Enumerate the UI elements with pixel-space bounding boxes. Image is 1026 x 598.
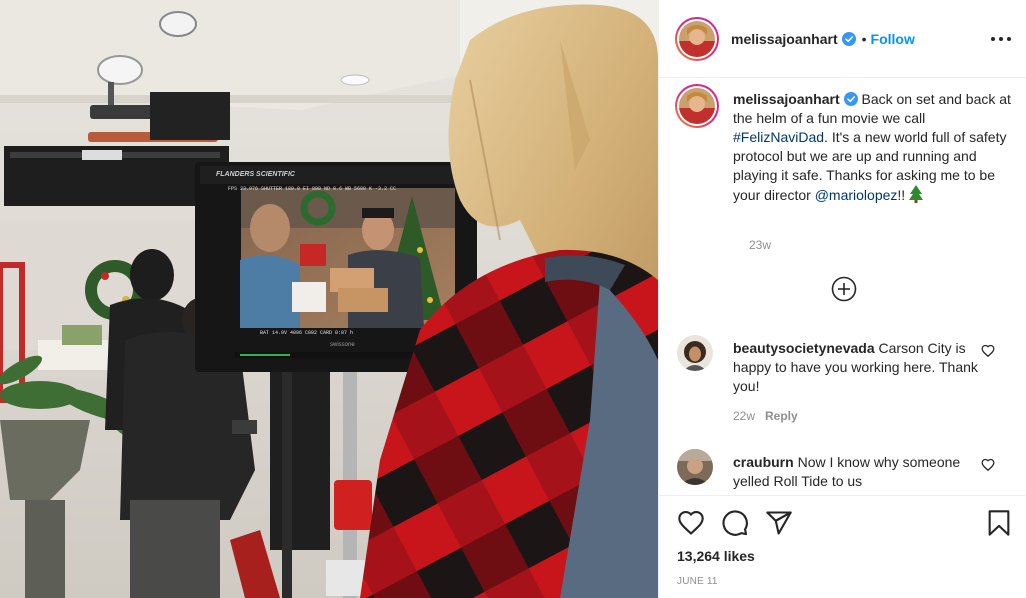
post-details-panel: melissajoanhart • Follow melissajoanhart…	[658, 0, 1026, 598]
likes-count[interactable]: 13,264 likes	[677, 548, 755, 564]
caption-username[interactable]: melissajoanhart	[733, 91, 840, 107]
caption-text: melissajoanhart Back on set and back at …	[733, 90, 1011, 205]
caption-timestamp[interactable]: 23w	[749, 238, 771, 252]
heart-icon[interactable]	[677, 509, 705, 537]
more-options-icon[interactable]	[991, 30, 1011, 48]
svg-text:FPS 23.976 SHUTTER 180.0: FPS 23.976 SHUTTER 180.0 EI 800 ND 0.6 W…	[228, 186, 396, 192]
commenter-username[interactable]: beautysocietynevada	[733, 340, 875, 356]
caption-body-3: !!	[897, 187, 906, 203]
bookmark-icon[interactable]	[985, 509, 1013, 537]
comment-icon[interactable]	[721, 509, 749, 537]
paper-plane-icon[interactable]	[765, 509, 793, 537]
follow-button[interactable]: Follow	[871, 31, 915, 47]
verified-badge-icon	[843, 92, 858, 106]
mention-link[interactable]: @mariolopez	[815, 187, 898, 203]
film-set-scene: FLANDERS SCIENTIFIC FPS 23.976 SHUTTER 1…	[0, 0, 658, 598]
author-avatar[interactable]	[675, 16, 719, 61]
commenter-username[interactable]: crauburn	[733, 454, 794, 470]
plus-circle-icon[interactable]	[831, 276, 857, 302]
commenter-avatar[interactable]	[677, 335, 713, 371]
comment-text: beautysocietynevada Carson City is happy…	[733, 339, 983, 396]
post-date[interactable]: JUNE 11	[677, 576, 718, 587]
post-header: melissajoanhart • Follow	[659, 0, 1026, 78]
hashtag-link[interactable]: #FelizNaviDad	[733, 129, 824, 145]
separator-dot: •	[861, 30, 867, 47]
svg-text:swissone: swissone	[330, 342, 355, 348]
heart-icon[interactable]	[981, 344, 995, 358]
post-photo[interactable]: FLANDERS SCIENTIFIC FPS 23.976 SHUTTER 1…	[0, 0, 658, 598]
comment-meta: 22w Reply	[733, 409, 798, 423]
reply-button[interactable]: Reply	[765, 409, 798, 423]
verified-badge-icon	[841, 31, 856, 46]
christmas-tree-icon	[909, 185, 924, 203]
caption-author-avatar[interactable]	[675, 84, 719, 128]
comment-text: crauburn Now I know why someone yelled R…	[733, 453, 983, 491]
post-actions: 13,264 likes JUNE 11	[659, 495, 1026, 598]
author-username[interactable]: melissajoanhart	[731, 31, 838, 47]
commenter-avatar[interactable]	[677, 449, 713, 485]
comment-timestamp[interactable]: 22w	[733, 409, 755, 423]
author-avatar-image	[679, 20, 715, 57]
heart-icon[interactable]	[981, 458, 995, 472]
svg-text:FLANDERS SCIENTIFIC: FLANDERS SCIENTIFIC	[216, 171, 296, 178]
comments-section[interactable]: melissajoanhart Back on set and back at …	[659, 79, 1026, 495]
svg-text:BAT 14.9V 4096 C002: BAT 14.9V 4096 C002 CARD 0:07 h	[260, 330, 353, 336]
